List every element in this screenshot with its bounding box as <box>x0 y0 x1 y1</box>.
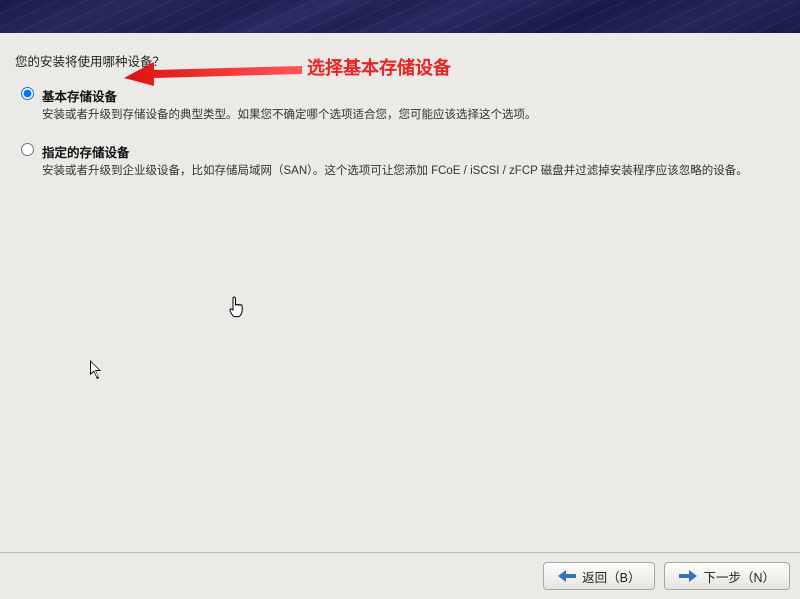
option-basic-storage[interactable]: 基本存储设备 安装或者升级到存储设备的典型类型。如果您不确定哪个选项适合您，您可… <box>15 86 785 124</box>
option-title: 基本存储设备 <box>42 86 785 105</box>
top-banner <box>0 0 800 33</box>
option-body: 基本存储设备 安装或者升级到存储设备的典型类型。如果您不确定哪个选项适合您，您可… <box>42 86 785 124</box>
footer-bar: 返回（B） 下一步（N） <box>0 552 800 599</box>
installer-page: 您的安装将使用哪种设备？ 基本存储设备 安装或者升级到存储设备的典型类型。如果您… <box>0 0 800 599</box>
content-area: 您的安装将使用哪种设备？ 基本存储设备 安装或者升级到存储设备的典型类型。如果您… <box>0 33 800 181</box>
option-specified-storage[interactable]: 指定的存储设备 安装或者升级到企业级设备，比如存储局域网（SAN）。这个选项可让… <box>15 142 785 180</box>
page-prompt: 您的安装将使用哪种设备？ <box>15 51 785 70</box>
next-arrow-icon <box>679 570 697 582</box>
next-button[interactable]: 下一步（N） <box>664 562 790 590</box>
option-title: 指定的存储设备 <box>42 142 785 161</box>
back-button[interactable]: 返回（B） <box>543 562 655 590</box>
next-button-label: 下一步（N） <box>703 567 775 586</box>
back-button-label: 返回（B） <box>582 567 640 586</box>
option-description: 安装或者升级到存储设备的典型类型。如果您不确定哪个选项适合您，您可能应该选择这个… <box>42 107 785 124</box>
option-description: 安装或者升级到企业级设备，比如存储局域网（SAN）。这个选项可让您添加 FCoE… <box>42 163 785 180</box>
radio-basic-storage[interactable] <box>21 87 34 100</box>
radio-specified-storage[interactable] <box>21 143 34 156</box>
arrow-cursor-icon <box>90 360 104 380</box>
back-arrow-icon <box>558 570 576 582</box>
hand-cursor-icon <box>228 295 248 319</box>
option-body: 指定的存储设备 安装或者升级到企业级设备，比如存储局域网（SAN）。这个选项可让… <box>42 142 785 180</box>
